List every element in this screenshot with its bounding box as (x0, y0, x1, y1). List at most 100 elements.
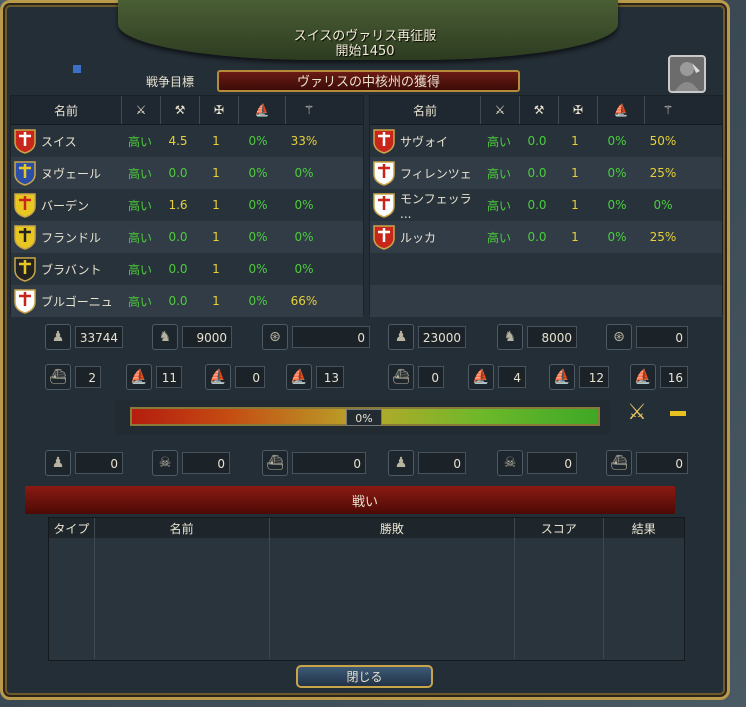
participant-share: 0% (294, 198, 314, 212)
participant-row[interactable]: バーデン 高い 1.6 1 0% 0% (11, 189, 363, 221)
light-ship-icon: ⛵ (126, 364, 152, 390)
participant-naval: 0% (248, 198, 268, 212)
infantry-loss-icon: ♟ (388, 450, 414, 476)
ruler-portrait-icon[interactable] (668, 55, 706, 93)
ship-loss-icon: ⛴ (606, 450, 632, 476)
participant-share: 25% (649, 230, 677, 244)
flag-shield-icon[interactable] (372, 160, 396, 186)
flag-shield-icon[interactable] (13, 160, 37, 186)
battles-body (49, 538, 684, 659)
participant-share: 0% (653, 198, 673, 212)
flag-shield-icon[interactable] (13, 224, 37, 250)
participant-row[interactable]: ブルゴーニュ 高い 0.0 1 0% 66% (11, 285, 363, 317)
galley-icon: ⛵ (205, 364, 231, 390)
infantry-icon: ♟ (45, 324, 71, 350)
participant-count: 1 (571, 134, 579, 148)
defenders-panel: 名前 ⚔ ⚒ ✠ ⛵ ⚚ サヴォイ 高い 0.0 1 0% 50% フィレンツェ 高い 0.0 1… (369, 95, 723, 317)
participant-morale: 高い (127, 230, 152, 245)
flag-shield-icon[interactable] (372, 224, 396, 250)
heavy-ship-icon: ⛴ (45, 364, 71, 390)
participant-morale: 高い (486, 230, 511, 245)
war-goal-value[interactable]: ヴァリスの中核州の獲得 (217, 70, 520, 92)
right-heavy-ships: ⛴ 0 (388, 364, 444, 390)
cavalry-icon: ♞ (497, 324, 523, 350)
war-start-date: 開始1450 (335, 44, 395, 59)
flag-shield-icon[interactable] (13, 128, 37, 154)
col-name[interactable]: 名前 (95, 518, 270, 538)
participant-name: フランドル (41, 230, 102, 245)
participant-count: 1 (212, 166, 220, 180)
empty-row (370, 285, 722, 317)
ships-icon: ⛵ (598, 96, 645, 124)
crossed-swords-icon: ⚔ (122, 96, 161, 124)
left-cavalry-losses: ☠ 0 (152, 450, 230, 476)
right-infantry-losses: ♟ 0 (388, 450, 466, 476)
participant-naval: 0% (607, 134, 627, 148)
crossed-swords-star-icon[interactable]: ⚔ (622, 400, 652, 432)
participant-morale: 高い (127, 134, 152, 149)
artillery-icon: ⊛ (606, 324, 632, 350)
participant-share: 66% (290, 294, 318, 308)
participant-row[interactable]: ルッカ 高い 0.0 1 0% 25% (370, 221, 722, 253)
participant-count: 1 (212, 262, 220, 276)
participant-name: ヌヴェール (41, 166, 102, 181)
participant-row[interactable]: フランドル 高い 0.0 1 0% 0% (11, 221, 363, 253)
light-ship-icon: ⛵ (468, 364, 494, 390)
attackers-panel: 名前 ⚔ ⚒ ✠ ⛵ ⚚ スイス 高い 4.5 1 0% 33% ヌヴェール 高い 0.0 1 0%… (10, 95, 364, 317)
left-infantry-losses: ♟ 0 (45, 450, 123, 476)
artillery-icon: ⊛ (262, 324, 288, 350)
close-button[interactable]: 閉じる (296, 665, 433, 688)
header-name: 名前 (370, 96, 481, 124)
left-artillery: ⊛ 0 (262, 324, 370, 350)
col-score[interactable]: スコア (515, 518, 604, 538)
participant-morale: 高い (486, 198, 511, 213)
right-cavalry: ♞ 8000 (497, 324, 577, 350)
crossed-axes-icon: ⚒ (520, 96, 559, 124)
galley-icon: ⛵ (549, 364, 575, 390)
flag-shield-icon[interactable] (13, 256, 37, 282)
flag-shield-icon[interactable] (372, 192, 396, 218)
col-type[interactable]: タイプ (49, 518, 95, 538)
right-ship-losses: ⛴ 0 (606, 450, 688, 476)
left-light-ships: ⛵ 11 (126, 364, 182, 390)
battles-title: 戦い (351, 495, 378, 510)
left-infantry: ♟ 33744 (45, 324, 123, 350)
participant-naval: 0% (248, 230, 268, 244)
participant-name: スイス (41, 134, 77, 149)
small-flag-icon (73, 65, 81, 73)
participant-naval: 0% (607, 166, 627, 180)
participant-count: 1 (571, 198, 579, 212)
participant-score: 0.0 (168, 230, 188, 244)
flag-shield-icon[interactable] (13, 192, 37, 218)
participant-score: 0.0 (527, 166, 547, 180)
participant-count: 1 (212, 230, 220, 244)
participant-share: 0% (294, 230, 314, 244)
participant-row[interactable]: ヌヴェール 高い 0.0 1 0% 0% (11, 157, 363, 189)
participant-row[interactable]: フィレンツェ 高い 0.0 1 0% 25% (370, 157, 722, 189)
flag-shield-icon[interactable] (13, 288, 37, 314)
participant-name: バーデン (41, 198, 90, 213)
header-name: 名前 (11, 96, 122, 124)
participant-row[interactable]: サヴォイ 高い 0.0 1 0% 50% (370, 125, 722, 157)
col-result-wl[interactable]: 勝敗 (270, 518, 516, 538)
right-galleys: ⛵ 12 (549, 364, 609, 390)
participant-score: 0.0 (168, 166, 188, 180)
participant-name: サヴォイ (400, 134, 449, 149)
participant-name: ブルゴーニュ (41, 294, 113, 309)
participant-score: 0.0 (527, 134, 547, 148)
flag-shield-icon[interactable] (372, 128, 396, 154)
participant-share: 50% (649, 134, 677, 148)
participant-count: 1 (571, 166, 579, 180)
transport-icon: ⛵ (286, 364, 312, 390)
participant-name: フィレンツェ (400, 166, 472, 181)
participant-share: 25% (649, 166, 677, 180)
minus-indicator (670, 411, 686, 416)
cavalry-icon: ♞ (152, 324, 178, 350)
left-heavy-ships: ⛴ 2 (45, 364, 101, 390)
participant-row[interactable]: モンフェッラ ... 高い 0.0 1 0% 0% (370, 189, 722, 221)
col-result[interactable]: 結果 (604, 518, 684, 538)
participant-row[interactable]: スイス 高い 4.5 1 0% 33% (11, 125, 363, 157)
participant-row[interactable]: ブラバント 高い 0.0 1 0% 0% (11, 253, 363, 285)
heavy-ship-icon: ⛴ (388, 364, 414, 390)
infantry-icon: ♟ (388, 324, 414, 350)
